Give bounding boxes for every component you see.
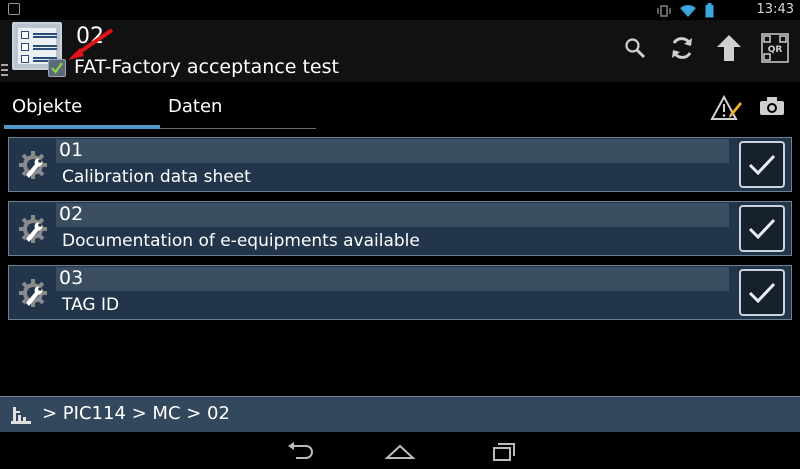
navigation-bar: [0, 432, 800, 469]
item-checkbox[interactable]: [739, 141, 785, 188]
qr-scan-button[interactable]: QR: [760, 33, 790, 63]
plant-tree-icon[interactable]: [10, 405, 32, 425]
sync-icon: [672, 37, 692, 59]
back-icon[interactable]: [286, 440, 316, 462]
checkmark-icon: [748, 154, 776, 176]
wrench-gear-icon: [19, 215, 47, 243]
search-icon: [625, 38, 646, 59]
tab-active-indicator: [4, 125, 160, 129]
qr-code-icon: QR: [761, 33, 789, 63]
item-number: 01: [59, 139, 84, 161]
camera-button[interactable]: [758, 94, 790, 122]
item-number: 03: [59, 267, 84, 289]
item-description: TAG ID: [62, 295, 120, 315]
vibrate-icon: [657, 4, 671, 17]
breadcrumb[interactable]: > PIC114 > MC > 02: [42, 403, 230, 424]
camera-icon: [760, 97, 784, 115]
item-checkbox[interactable]: [739, 205, 785, 252]
sync-button[interactable]: [667, 33, 697, 63]
wifi-icon: [680, 4, 696, 17]
drawer-indicator-icon[interactable]: [1, 64, 9, 79]
wrench-gear-icon: [19, 151, 47, 179]
item-description: Documentation of e-equipments available: [62, 231, 420, 251]
wrench-gear-icon: [19, 279, 47, 307]
battery-icon: [705, 3, 714, 18]
list-item[interactable]: 01 Calibration data sheet: [8, 137, 792, 192]
item-description: Calibration data sheet: [62, 167, 251, 187]
red-arrow-icon: [68, 28, 114, 60]
warning-edit-icon: [710, 94, 742, 120]
upload-button[interactable]: [714, 33, 744, 63]
notification-icon: [8, 3, 20, 15]
item-number: 02: [59, 203, 84, 225]
tab-bar: Objekte Daten: [0, 82, 800, 132]
tab-daten[interactable]: Daten: [168, 96, 222, 117]
qr-label: QR: [768, 45, 783, 55]
clock: 13:43: [756, 2, 794, 17]
home-icon[interactable]: [384, 440, 416, 462]
tab-objekte[interactable]: Objekte: [12, 96, 82, 117]
status-bar: 13:43: [0, 0, 800, 20]
upload-icon: [717, 35, 741, 61]
checkmark-icon: [748, 282, 776, 304]
search-button[interactable]: [620, 33, 650, 63]
list-item[interactable]: 02 Documentation of e-equipments availab…: [8, 201, 792, 256]
checkmark-icon: [748, 218, 776, 240]
item-checkbox[interactable]: [739, 269, 785, 316]
warning-edit-button[interactable]: [710, 94, 742, 122]
recent-apps-icon[interactable]: [488, 440, 518, 462]
breadcrumb-bar: > PIC114 > MC > 02: [0, 396, 800, 432]
list-item[interactable]: 03 TAG ID: [8, 265, 792, 320]
